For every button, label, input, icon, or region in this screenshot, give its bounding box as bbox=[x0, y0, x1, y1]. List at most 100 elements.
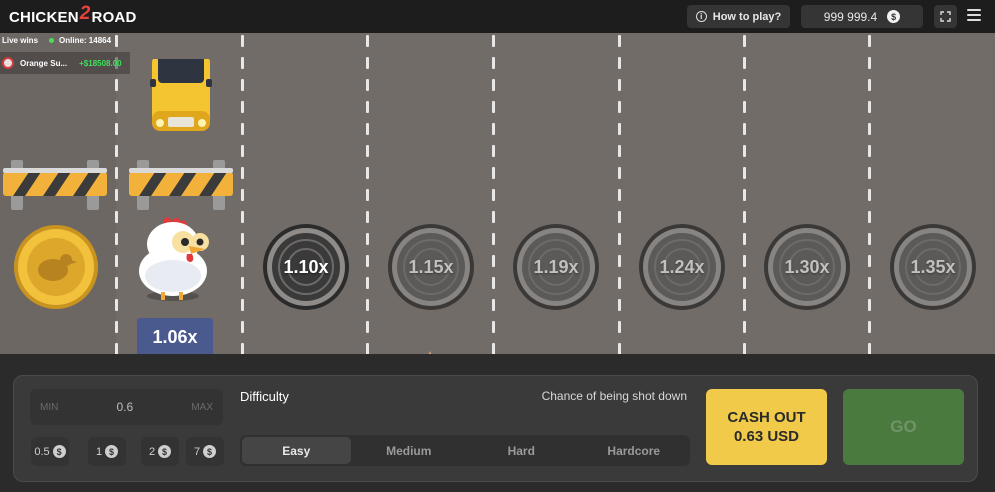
balance-display: 999 999.4 $ bbox=[801, 5, 923, 28]
lane-dash bbox=[366, 233, 369, 245]
lane-dash bbox=[743, 255, 746, 267]
lane-dash bbox=[241, 233, 244, 245]
game-logo: CHICKEN 2 ROAD bbox=[9, 3, 137, 31]
lane-dash bbox=[868, 211, 871, 223]
lane-dash bbox=[115, 211, 118, 223]
lane-dash bbox=[492, 101, 495, 113]
lane-dash bbox=[868, 167, 871, 179]
lane-dash bbox=[241, 299, 244, 311]
lane-dash bbox=[618, 233, 621, 245]
how-to-play-label: How to play? bbox=[712, 10, 782, 23]
lane-dash bbox=[743, 189, 746, 201]
lane-dash bbox=[868, 189, 871, 201]
lane-dash bbox=[492, 277, 495, 289]
lane-dash bbox=[241, 35, 244, 47]
lane-dash bbox=[743, 35, 746, 47]
road-barrier bbox=[129, 160, 233, 210]
multiplier-manhole: 1.15x bbox=[387, 223, 475, 311]
lane-dash bbox=[743, 167, 746, 179]
lane-dash bbox=[115, 145, 118, 157]
quick-bet-button[interactable]: 2 $ bbox=[141, 437, 179, 466]
lane-dash bbox=[492, 57, 495, 69]
bet-amount-input[interactable]: 0.6 bbox=[116, 400, 133, 414]
lane-dash bbox=[868, 101, 871, 113]
win-amount: +$18508.00 bbox=[79, 58, 122, 68]
quick-bet-value: 1 bbox=[95, 445, 103, 458]
lane-multiplier-label: 1.15x bbox=[408, 256, 454, 277]
lane-dash bbox=[868, 255, 871, 267]
lane-dash bbox=[618, 211, 621, 223]
fullscreen-button[interactable] bbox=[934, 5, 957, 28]
go-button[interactable]: GO bbox=[843, 389, 964, 465]
logo-text-number: 2 bbox=[79, 3, 91, 24]
lane-dash bbox=[743, 299, 746, 311]
lane-dash bbox=[366, 167, 369, 179]
lane-dash bbox=[492, 79, 495, 91]
lane-multiplier-label: 1.35x bbox=[910, 256, 956, 277]
lane-dash bbox=[241, 321, 244, 333]
multiplier-manhole: 1.19x bbox=[512, 223, 600, 311]
lane-dash bbox=[492, 167, 495, 179]
lane-dash bbox=[366, 299, 369, 311]
lane-dash bbox=[115, 35, 118, 47]
quick-bet-button[interactable]: 7 $ bbox=[186, 437, 224, 466]
lane-dash bbox=[241, 79, 244, 91]
lane-dash bbox=[366, 321, 369, 333]
top-bar: CHICKEN 2 ROAD i How to play? 999 999.4 … bbox=[0, 0, 995, 33]
quick-bet-button[interactable]: 0.5 $ bbox=[31, 437, 69, 466]
difficulty-option-easy[interactable]: Easy bbox=[242, 437, 351, 464]
currency-icon: $ bbox=[105, 445, 119, 458]
logo-text-right: ROAD bbox=[91, 8, 137, 26]
avatar bbox=[2, 57, 14, 69]
lane-dash bbox=[868, 277, 871, 289]
lane-dash bbox=[115, 255, 118, 267]
lane-dash bbox=[868, 57, 871, 69]
currency-icon: $ bbox=[887, 10, 901, 23]
hamburger-menu-icon[interactable] bbox=[967, 9, 981, 21]
lane-dash bbox=[743, 211, 746, 223]
lane-dash bbox=[618, 145, 621, 157]
road-barrier bbox=[3, 160, 107, 210]
currency-icon: $ bbox=[158, 445, 172, 458]
lane-dash bbox=[366, 123, 369, 135]
cash-out-button[interactable]: CASH OUT 0.63 USD bbox=[706, 389, 827, 465]
online-count: Online: 14864 bbox=[59, 36, 112, 45]
lane-dash bbox=[868, 35, 871, 47]
difficulty-option-hardcore[interactable]: Hardcore bbox=[580, 437, 689, 464]
multiplier-manhole: 1.24x bbox=[638, 223, 726, 311]
difficulty-option-hard[interactable]: Hard bbox=[467, 437, 576, 464]
lane-dash bbox=[241, 123, 244, 135]
lane-dash bbox=[492, 35, 495, 47]
lane-dash bbox=[492, 189, 495, 201]
lane-dash bbox=[115, 189, 118, 201]
min-bet-button[interactable]: MIN bbox=[40, 402, 58, 413]
multiplier-manhole: 1.10x bbox=[262, 223, 350, 311]
lane-dash bbox=[492, 321, 495, 333]
lane-dash bbox=[115, 101, 118, 113]
quick-bet-value: 0.5 bbox=[34, 445, 50, 458]
how-to-play-button[interactable]: i How to play? bbox=[687, 5, 790, 28]
lane-multiplier-label: 1.24x bbox=[659, 256, 705, 277]
quick-bet-button[interactable]: 1 $ bbox=[88, 437, 126, 466]
lane-dash bbox=[366, 255, 369, 267]
quick-bet-value: 2 bbox=[148, 445, 156, 458]
lane-dash bbox=[241, 189, 244, 201]
difficulty-label: Difficulty bbox=[240, 389, 289, 404]
lane-dash bbox=[241, 145, 244, 157]
lane-dash bbox=[115, 79, 118, 91]
max-bet-button[interactable]: MAX bbox=[191, 402, 213, 413]
lane-dash bbox=[868, 145, 871, 157]
logo-text-left: CHICKEN bbox=[9, 8, 79, 26]
game-app: CHICKEN 2 ROAD i How to play? 999 999.4 … bbox=[0, 0, 995, 492]
lane-dash bbox=[366, 57, 369, 69]
quick-bet-value: 7 bbox=[193, 445, 201, 458]
difficulty-option-medium[interactable]: Medium bbox=[355, 437, 464, 464]
lane-dash bbox=[241, 277, 244, 289]
info-icon: i bbox=[695, 11, 707, 22]
lane-dash bbox=[743, 101, 746, 113]
lane-dash bbox=[618, 321, 621, 333]
chance-label: Chance of being shot down bbox=[541, 389, 687, 403]
lane-dash bbox=[241, 167, 244, 179]
currency-icon: $ bbox=[52, 445, 66, 458]
lane-dash bbox=[241, 211, 244, 223]
